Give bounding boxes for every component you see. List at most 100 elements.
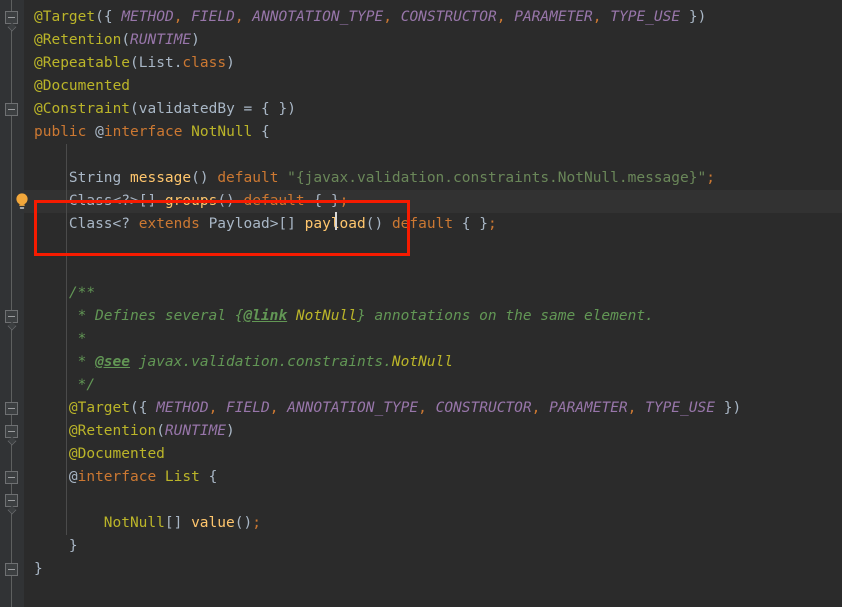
code-token: validatedBy <box>138 101 235 117</box>
code-token: , <box>496 9 515 25</box>
code-token: , <box>531 400 550 416</box>
code-token: ( <box>121 32 131 48</box>
text-caret <box>335 212 337 230</box>
code-token: <?>[] <box>112 193 157 209</box>
code-token: ANNOTATION_TYPE <box>287 400 419 416</box>
code-token: default <box>217 170 279 186</box>
code-token: } <box>34 561 43 577</box>
code-token: ANNOTATION_TYPE <box>252 9 384 25</box>
code-line[interactable]: Class<? extends Payload>[] payload() def… <box>69 213 497 236</box>
code-token: value <box>191 515 235 531</box>
code-token: * <box>77 354 96 370</box>
code-line[interactable]: @Constraint(validatedBy = { }) <box>34 98 296 121</box>
code-line[interactable]: } <box>69 535 78 558</box>
code-line[interactable]: } <box>34 558 43 581</box>
code-token: { <box>199 469 218 485</box>
code-token: /** <box>68 285 96 301</box>
code-line[interactable]: * @see javax.validation.constraints.NotN… <box>78 351 453 374</box>
code-line[interactable]: public @interface NotNull { <box>34 121 270 144</box>
code-token: @Repeatable <box>34 55 131 71</box>
code-line[interactable]: @Retention(RUNTIME) <box>69 420 235 443</box>
code-token: = <box>234 101 261 117</box>
code-line[interactable]: String message() default "{javax.validat… <box>69 167 715 190</box>
code-token: , <box>208 400 227 416</box>
code-token: PARAMETER <box>514 9 593 25</box>
code-token: interface <box>77 469 157 485</box>
code-token: { <box>252 124 270 140</box>
code-token: FIELD <box>226 400 270 416</box>
code-token: ) <box>191 32 200 48</box>
lightbulb-icon[interactable] <box>13 191 31 213</box>
code-token: @Retention <box>34 32 122 48</box>
code-token: TYPE_USE <box>610 9 681 25</box>
code-line[interactable]: Class<?>[] groups() default { }; <box>69 190 348 213</box>
code-line[interactable]: * Defines several {@link NotNull} annota… <box>78 305 654 328</box>
code-token: NotNull <box>191 124 253 140</box>
code-token: { } <box>313 193 340 209</box>
code-token: [] <box>164 515 183 531</box>
code-token: }) <box>680 9 707 25</box>
code-token: RUNTIME <box>164 423 227 439</box>
code-token: ; <box>252 515 261 531</box>
code-surface[interactable]: @Target({ METHOD, FIELD, ANNOTATION_TYPE… <box>0 0 842 607</box>
code-line[interactable]: */ <box>78 374 95 397</box>
code-token: @see <box>95 354 130 370</box>
code-token: @Documented <box>68 446 165 462</box>
code-token: default <box>391 216 454 232</box>
code-token: } annotations on the same element. <box>356 308 654 324</box>
code-token: <? <box>112 216 130 232</box>
code-token: "{javax.validation.constraints.NotNull.m… <box>287 170 707 186</box>
code-token: Class <box>68 216 113 232</box>
code-line[interactable]: @Documented <box>34 75 130 98</box>
code-token: () <box>217 193 235 209</box>
code-token: , <box>234 9 253 25</box>
code-line[interactable]: @interface List { <box>69 466 217 489</box>
code-line[interactable]: @Documented <box>69 443 165 466</box>
code-token: { }) <box>261 101 296 117</box>
code-line[interactable]: NotNull[] value(); <box>104 512 261 535</box>
indent-guide <box>65 144 67 535</box>
code-token: @link <box>243 308 288 324</box>
code-token: */ <box>77 377 96 393</box>
code-token: message <box>130 170 192 186</box>
code-token: ( <box>129 400 139 416</box>
code-line[interactable]: @Repeatable(List.class) <box>34 52 235 75</box>
code-token: ; <box>487 216 497 232</box>
code-token: ( <box>130 101 139 117</box>
code-token: Class <box>68 193 113 209</box>
code-token: { <box>103 9 122 25</box>
code-token: { <box>138 400 157 416</box>
code-token: @Target <box>34 9 96 25</box>
code-editor[interactable]: @Target({ METHOD, FIELD, ANNOTATION_TYPE… <box>0 0 842 607</box>
code-token: PARAMETER <box>549 400 628 416</box>
code-token: FIELD <box>191 9 235 25</box>
code-token: @Target <box>68 400 130 416</box>
code-token: () <box>234 515 253 531</box>
code-token: , <box>383 9 401 25</box>
code-token: CONSTRUCTOR <box>400 9 497 25</box>
code-token: NotNull <box>391 354 453 370</box>
code-token: CONSTRUCTOR <box>435 400 532 416</box>
code-line[interactable]: @Target({ METHOD, FIELD, ANNOTATION_TYPE… <box>34 6 706 29</box>
code-line[interactable]: @Target({ METHOD, FIELD, ANNOTATION_TYPE… <box>69 397 741 420</box>
code-token: METHOD <box>121 9 174 25</box>
code-line[interactable]: * <box>78 328 87 351</box>
code-token: javax.validation.constraints. <box>129 354 392 370</box>
code-token: , <box>627 400 646 416</box>
code-token: TYPE_USE <box>645 400 715 416</box>
code-line[interactable]: @Retention(RUNTIME) <box>34 29 200 52</box>
code-token: extends <box>138 216 200 232</box>
code-token: ; <box>339 193 349 209</box>
code-token: @Constraint <box>34 101 131 117</box>
code-line[interactable]: /** <box>69 282 95 305</box>
code-token: , <box>173 9 192 25</box>
